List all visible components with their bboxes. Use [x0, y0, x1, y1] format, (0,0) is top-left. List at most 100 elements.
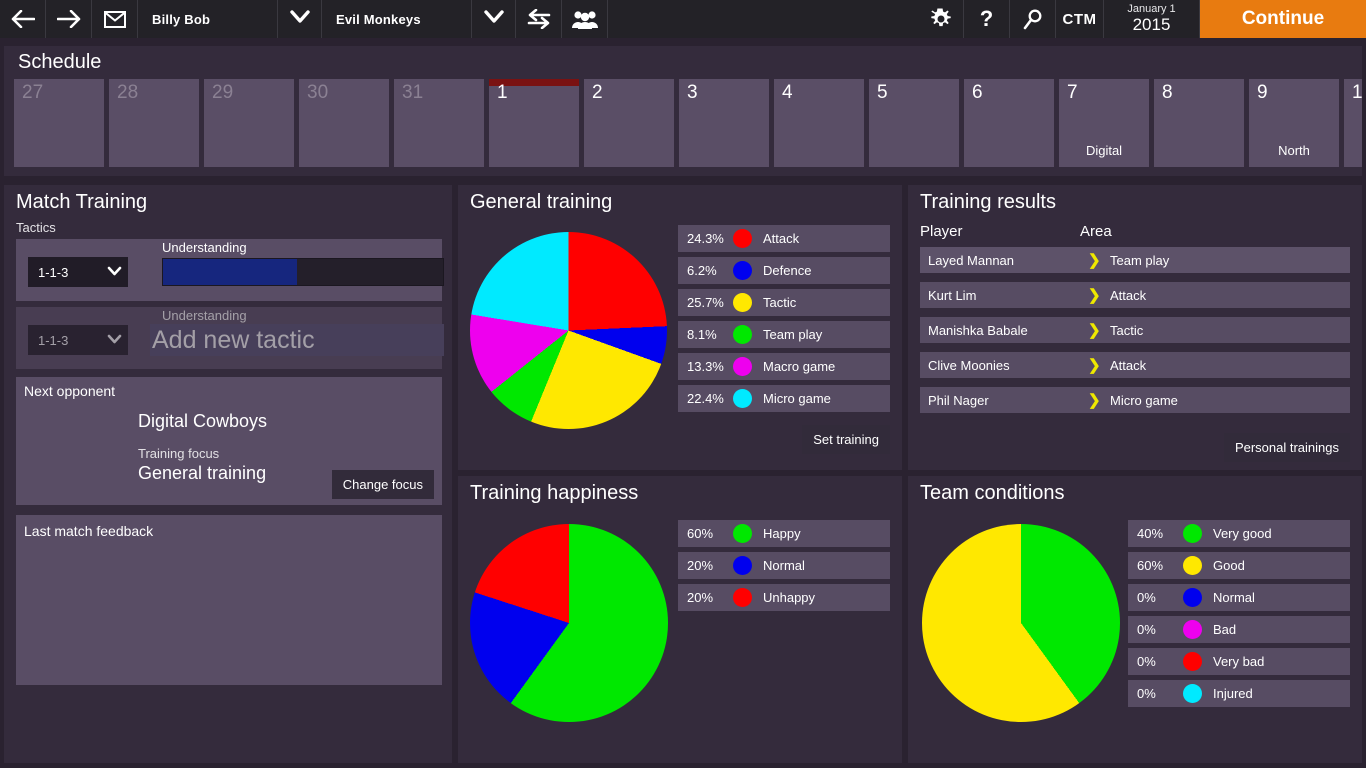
search-button[interactable]: [1010, 0, 1056, 38]
schedule-day-strip[interactable]: 2728293031 1 2 3456 7Digital89North 1: [14, 79, 1362, 169]
schedule-day-number: 1: [1352, 82, 1362, 104]
legend-row: 20%Unhappy: [678, 584, 890, 611]
schedule-day-number: 2: [592, 82, 603, 104]
question-mark-icon: ?: [980, 8, 993, 30]
legend-color-swatch: [733, 389, 752, 408]
change-focus-button[interactable]: Change focus: [332, 470, 434, 499]
legend-color-swatch: [733, 524, 752, 543]
training-area: Attack: [1110, 358, 1146, 373]
table-row[interactable]: Kurt Lim❯Attack: [920, 282, 1350, 308]
table-row[interactable]: Phil Nager❯Micro game: [920, 387, 1350, 413]
team-conditions-panel: Team conditions 40%Very good60%Good0%Nor…: [908, 476, 1362, 763]
team-name[interactable]: Evil Monkeys: [322, 0, 472, 38]
table-row[interactable]: Layed Mannan❯Team play: [920, 247, 1350, 273]
legend-label: Team play: [752, 327, 822, 342]
help-button[interactable]: ?: [964, 0, 1010, 38]
tactic-row: 1-1-3 Understanding: [16, 239, 442, 301]
schedule-day-cell[interactable]: 4: [774, 79, 864, 167]
manager-dropdown-button[interactable]: [278, 0, 322, 38]
table-row[interactable]: Manishka Babale❯Tactic: [920, 317, 1350, 343]
schedule-day-cell[interactable]: 27: [14, 79, 104, 167]
legend-row: 20%Normal: [678, 552, 890, 579]
top-navigation-bar: Billy Bob Evil Monkeys ?: [0, 0, 1366, 38]
schedule-day-cell[interactable]: 5: [869, 79, 959, 167]
add-tactic-row[interactable]: 1-1-3 Understanding Add new tactic: [16, 307, 442, 369]
schedule-day-cell[interactable]: 8: [1154, 79, 1244, 167]
legend-row: 40% Very good: [1128, 520, 1350, 547]
envelope-icon: [104, 11, 126, 28]
team-conditions-title: Team conditions: [908, 476, 1362, 505]
manager-name[interactable]: Billy Bob: [138, 0, 278, 38]
table-row[interactable]: Clive Moonies❯Attack: [920, 352, 1350, 378]
schedule-day-cell[interactable]: 1: [1344, 79, 1362, 167]
training-area: Team play: [1110, 253, 1169, 268]
training-happiness-pie-chart: [470, 524, 668, 722]
back-button[interactable]: [0, 0, 46, 38]
set-training-button[interactable]: Set training: [802, 425, 890, 454]
legend-label: Macro game: [752, 359, 835, 374]
general-training-panel: General training 24.3%Attack6.2%Defence2…: [458, 185, 902, 470]
squad-button[interactable]: [562, 0, 608, 38]
settings-button[interactable]: [918, 0, 964, 38]
legend-value: 25.7%: [687, 295, 733, 310]
legend-row: 0%Bad: [1128, 616, 1350, 643]
topbar-spacer: [608, 0, 918, 38]
schedule-day-cell[interactable]: 1: [489, 79, 579, 167]
schedule-day-cell[interactable]: 3: [679, 79, 769, 167]
legend-color-swatch: [733, 325, 752, 344]
player-name: Manishka Babale: [928, 323, 1088, 338]
chevron-right-icon: ❯: [1088, 286, 1110, 304]
next-opponent-team: Digital Cowboys: [16, 399, 442, 432]
schedule-day-number: 6: [972, 82, 983, 104]
chevron-down-icon: [484, 10, 504, 28]
training-happiness-legend: 60%Happy 20%Normal 20%Unhappy: [678, 520, 890, 616]
schedule-day-cell[interactable]: 6: [964, 79, 1054, 167]
legend-color-swatch: [1183, 556, 1202, 575]
legend-label: Happy: [752, 526, 801, 541]
schedule-day-cell[interactable]: 31: [394, 79, 484, 167]
schedule-day-number: 1: [497, 82, 508, 104]
schedule-day-cell[interactable]: 30: [299, 79, 389, 167]
ctm-button[interactable]: CTM: [1056, 0, 1104, 38]
continue-button[interactable]: Continue: [1200, 0, 1366, 38]
schedule-day-cell[interactable]: 2: [584, 79, 674, 167]
legend-color-swatch: [733, 588, 752, 607]
training-area: Tactic: [1110, 323, 1143, 338]
mail-button[interactable]: [92, 0, 138, 38]
formation-value-placeholder: 1-1-3: [38, 333, 68, 348]
legend-label: Normal: [1202, 590, 1255, 605]
legend-value: 40%: [1137, 526, 1183, 541]
current-date: January 1 2015: [1104, 0, 1200, 38]
legend-row: 0%Very bad: [1128, 648, 1350, 675]
formation-select[interactable]: 1-1-3: [28, 257, 128, 287]
legend-color-swatch: [1183, 684, 1202, 703]
schedule-day-cell[interactable]: 9North: [1249, 79, 1339, 167]
legend-label: Tactic: [752, 295, 796, 310]
schedule-day-number: 9: [1257, 82, 1268, 104]
legend-row: 25.7% Tactic: [678, 289, 890, 316]
legend-row: 8.1% Team play: [678, 321, 890, 348]
personal-trainings-button[interactable]: Personal trainings: [1224, 433, 1350, 462]
date-year: 2015: [1133, 16, 1171, 34]
legend-value: 60%: [1137, 558, 1183, 573]
legend-color-swatch: [733, 261, 752, 280]
transfer-arrows-icon: [527, 9, 551, 29]
training-focus-label: Training focus: [16, 432, 442, 461]
legend-value: 8.1%: [687, 327, 733, 342]
schedule-day-cell[interactable]: 28: [109, 79, 199, 167]
chevron-right-icon: ❯: [1088, 321, 1110, 339]
legend-row: 0%Injured: [1128, 680, 1350, 707]
training-area: Attack: [1110, 288, 1146, 303]
legend-row: 60%Happy: [678, 520, 890, 547]
chevron-right-icon: ❯: [1088, 251, 1110, 269]
add-new-tactic-button[interactable]: Add new tactic: [150, 324, 444, 356]
team-dropdown-button[interactable]: [472, 0, 516, 38]
legend-color-swatch: [733, 229, 752, 248]
legend-label: Very good: [1202, 526, 1272, 541]
schedule-day-cell[interactable]: 7Digital: [1059, 79, 1149, 167]
transfers-button[interactable]: [516, 0, 562, 38]
legend-color-swatch: [1183, 620, 1202, 639]
forward-button[interactable]: [46, 0, 92, 38]
schedule-day-cell[interactable]: 29: [204, 79, 294, 167]
people-icon: [571, 9, 599, 29]
